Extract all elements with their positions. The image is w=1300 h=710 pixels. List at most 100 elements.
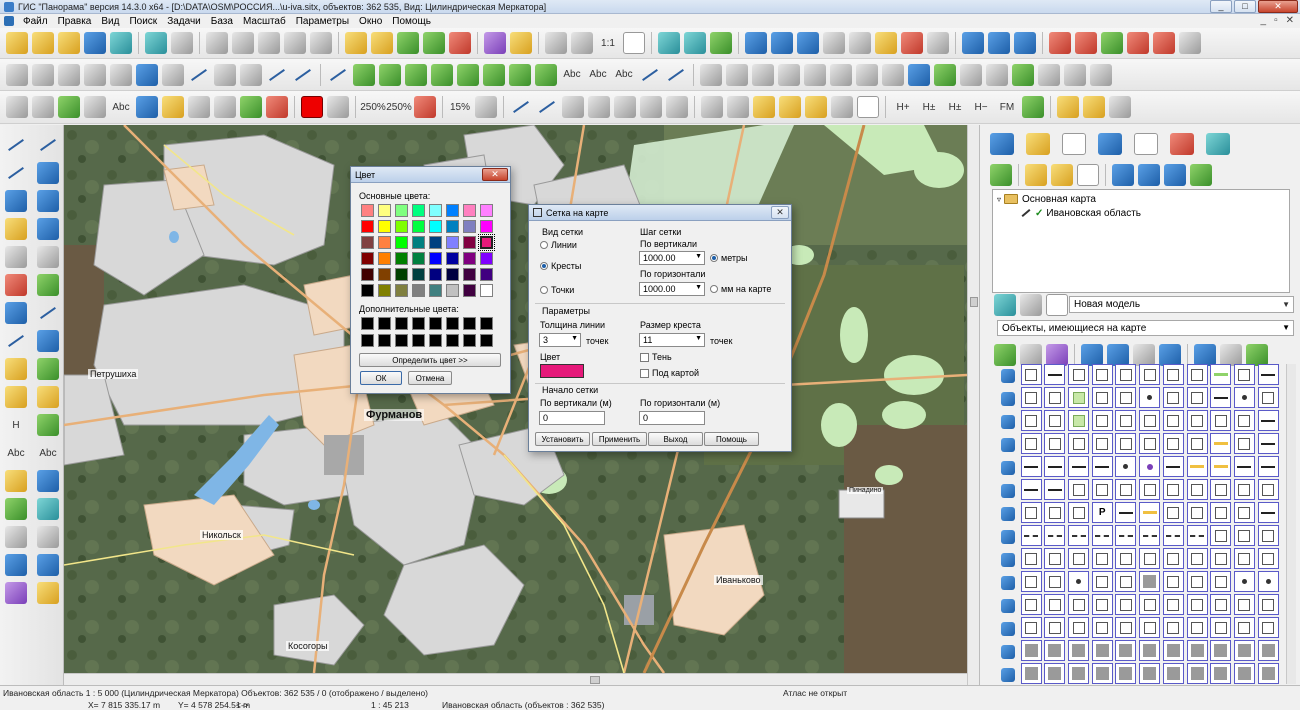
color-swatch[interactable] [463, 268, 476, 281]
custom-color-swatch[interactable] [378, 334, 391, 347]
knot-alt-icon[interactable] [986, 63, 1008, 86]
custom-color-swatch[interactable] [378, 317, 391, 330]
color-swatch[interactable] [395, 284, 408, 297]
legend-symbol-cell[interactable] [1257, 410, 1279, 431]
updown-arrow-icon[interactable] [1001, 575, 1015, 590]
custom-color-swatch[interactable] [429, 317, 442, 330]
legend-symbol-cell[interactable] [1139, 410, 1161, 431]
shapes-icon[interactable] [162, 63, 184, 86]
color-palette-icon[interactable] [327, 96, 349, 118]
chart-bars-icon[interactable] [1109, 96, 1131, 118]
legend-symbol-cell[interactable] [1210, 387, 1232, 408]
map-view[interactable]: Петрушиха Фурманов Никольск Косогоры Ива… [64, 125, 967, 673]
filter-tree-icon[interactable] [1159, 344, 1181, 366]
legend-symbol-cell[interactable] [1186, 571, 1208, 592]
list-icon[interactable] [310, 32, 332, 54]
remove-point-icon[interactable] [1075, 32, 1097, 54]
diamond-red-icon[interactable] [266, 96, 288, 118]
menu-help[interactable]: Помощь [387, 16, 436, 27]
color-swatch[interactable] [361, 252, 374, 265]
split-grid-icon[interactable] [701, 96, 723, 118]
fit-frame-icon[interactable] [623, 32, 645, 54]
photo-icon[interactable] [5, 582, 27, 604]
multi-edit-icon[interactable] [457, 63, 479, 86]
clear-selection-icon[interactable] [1179, 32, 1201, 54]
legend-symbol-cell[interactable] [1233, 456, 1255, 477]
color-swatch[interactable] [361, 284, 374, 297]
legend-symbol-cell[interactable] [1210, 617, 1232, 638]
legend-symbol-cell[interactable] [1162, 502, 1184, 523]
rectangle-icon[interactable] [1001, 437, 1015, 452]
legend-symbol-cell[interactable] [1233, 433, 1255, 454]
legend-symbol-cell[interactable] [1186, 479, 1208, 500]
copy-object-icon[interactable] [5, 526, 27, 548]
merge-grid-icon[interactable] [727, 96, 749, 118]
legend-symbol-cell[interactable] [1091, 571, 1113, 592]
arrow-right-icon[interactable] [752, 63, 774, 86]
diamond-icon[interactable] [509, 63, 531, 86]
legend-symbol-cell[interactable] [1162, 364, 1184, 385]
legend-symbol-cell[interactable] [1020, 479, 1042, 500]
legend-scrollbar[interactable] [1286, 364, 1296, 684]
custom-color-swatch[interactable] [429, 334, 442, 347]
legend-symbol-cell[interactable] [1068, 502, 1090, 523]
legend-rsc-icon[interactable] [1046, 294, 1068, 316]
tree-draw-icon[interactable] [5, 218, 27, 240]
table-icon[interactable] [823, 32, 845, 54]
legend-symbol-cell[interactable] [1020, 663, 1042, 684]
legend-symbol-cell[interactable] [1139, 433, 1161, 454]
legend-symbol-cell[interactable] [1162, 387, 1184, 408]
abc-icon[interactable]: Abc [587, 64, 609, 86]
color-swatch[interactable] [412, 204, 425, 217]
legend-symbol-cell[interactable] [1115, 502, 1137, 523]
custom-color-swatch[interactable] [395, 317, 408, 330]
print-icon[interactable] [962, 32, 984, 54]
compass-icon[interactable] [1038, 63, 1060, 86]
zigzag-icon[interactable] [110, 63, 132, 86]
cut-icon[interactable] [5, 246, 27, 268]
map-view-icon[interactable] [1138, 164, 1160, 186]
back-icon[interactable] [710, 32, 732, 54]
height-minus-icon[interactable]: H− [970, 96, 992, 118]
star-icon[interactable] [37, 218, 59, 240]
curve-tool-icon[interactable] [1001, 391, 1015, 406]
color-swatch[interactable] [480, 220, 493, 233]
exit-button[interactable]: Выход [648, 432, 703, 446]
filter-hierarchy-icon[interactable] [1194, 344, 1216, 366]
wave-icon[interactable] [5, 330, 27, 352]
edit-path-icon[interactable] [37, 190, 59, 212]
open-data-icon[interactable] [32, 32, 54, 54]
settings-gear-icon[interactable] [37, 582, 59, 604]
legend-symbol-cell[interactable] [1210, 663, 1232, 684]
legend-symbol-cell[interactable] [1210, 433, 1232, 454]
color-swatch[interactable] [395, 236, 408, 249]
measure-area-icon[interactable] [1083, 96, 1105, 118]
legend-symbol-cell[interactable] [1162, 456, 1184, 477]
mail-icon[interactable] [1127, 32, 1149, 54]
ruler-icon[interactable] [6, 63, 28, 86]
delete-icon[interactable] [5, 274, 27, 296]
legend-symbol-cell[interactable] [1044, 663, 1066, 684]
color-swatch[interactable] [429, 268, 442, 281]
cross-size-combo[interactable]: 11 ▼ [639, 333, 705, 347]
network-icon[interactable] [58, 63, 80, 86]
legend-symbol-cell[interactable] [1115, 364, 1137, 385]
legend-symbol-cell[interactable] [1186, 594, 1208, 615]
map-horizontal-scrollbar[interactable] [64, 673, 967, 685]
menu-file[interactable]: Файл [18, 16, 53, 27]
legend-symbol-cell[interactable] [1233, 410, 1255, 431]
color-swatch[interactable] [480, 204, 493, 217]
legend-symbol-cell[interactable] [1068, 456, 1090, 477]
s-curve-icon[interactable] [1001, 414, 1015, 429]
split-icon[interactable] [700, 63, 722, 86]
legend-symbol-cell[interactable] [1233, 525, 1255, 546]
legend-symbol-cell[interactable] [1115, 433, 1137, 454]
torch-icon[interactable] [162, 96, 184, 118]
menu-window[interactable]: Окно [354, 16, 387, 27]
custom-color-swatch[interactable] [412, 334, 425, 347]
molecule-icon[interactable] [831, 96, 853, 118]
color-swatch[interactable] [446, 268, 459, 281]
color-picker-button[interactable] [540, 364, 584, 378]
add-folder-icon[interactable] [1051, 164, 1073, 186]
radio-crosses[interactable] [540, 262, 548, 270]
